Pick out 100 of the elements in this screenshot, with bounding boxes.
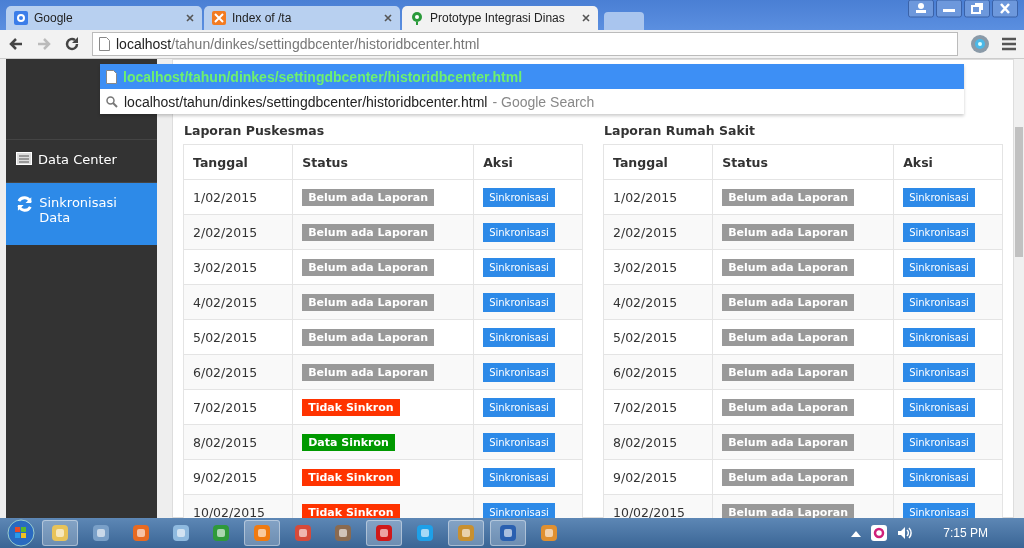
status-label: Belum ada Laporan (722, 363, 855, 381)
sync-button[interactable]: Sinkronisasi (903, 187, 975, 207)
date-cell: 9/02/2015 (183, 459, 293, 495)
date-cell: 6/02/2015 (603, 354, 713, 390)
status-label: Belum ada Laporan (302, 188, 435, 206)
start-button[interactable] (6, 519, 36, 547)
status-label: Belum ada Laporan (722, 258, 855, 276)
status-label: Belum ada Laporan (722, 433, 855, 451)
menu-icon[interactable] (1002, 37, 1016, 51)
sync-button[interactable]: Sinkronisasi (483, 397, 555, 417)
sync-button[interactable]: Sinkronisasi (483, 292, 555, 312)
status-label: Belum ada Laporan (722, 503, 855, 518)
close-icon[interactable] (384, 14, 392, 22)
page-icon (106, 69, 117, 84)
sync-button[interactable]: Sinkronisasi (903, 432, 975, 452)
status-label: Belum ada Laporan (302, 223, 435, 241)
minimize-icon[interactable] (936, 0, 962, 18)
date-cell: 1/02/2015 (603, 179, 713, 215)
sync-button[interactable]: Sinkronisasi (903, 327, 975, 347)
taskbar-app-icon[interactable] (42, 520, 78, 546)
taskbar-app-icon[interactable] (448, 520, 484, 546)
close-icon[interactable] (186, 14, 194, 22)
address-field[interactable]: localhost/tahun/dinkes/settingdbcenter/historidbcenter.html (92, 32, 958, 56)
status-label: Tidak Sinkron (302, 503, 400, 518)
status-label: Belum ada Laporan (722, 398, 855, 416)
clock: 7:15 PM (943, 526, 988, 540)
card-icon (16, 152, 32, 165)
date-cell: 8/02/2015 (183, 424, 293, 460)
status-label: Belum ada Laporan (302, 328, 435, 346)
back-icon[interactable] (8, 36, 24, 52)
date-cell: 2/02/2015 (183, 214, 293, 250)
search-icon (106, 95, 118, 108)
tray-icon[interactable] (851, 529, 862, 537)
sync-button[interactable]: Sinkronisasi (483, 362, 555, 382)
taskbar-app-icon[interactable] (490, 520, 526, 546)
taskbar-app-icon[interactable] (244, 520, 280, 546)
date-cell: 3/02/2015 (183, 249, 293, 285)
taskbar-app-icon[interactable] (366, 520, 402, 546)
status-label: Belum ada Laporan (722, 223, 855, 241)
column-header: Aksi (473, 144, 583, 180)
date-cell: 5/02/2015 (183, 319, 293, 355)
browser-tab[interactable]: Index of /ta (204, 6, 400, 30)
date-cell: 9/02/2015 (603, 459, 713, 495)
tray-icon[interactable] (871, 525, 888, 541)
sync-button[interactable]: Sinkronisasi (903, 222, 975, 242)
column-header: Tanggal (183, 144, 293, 180)
date-cell: 4/02/2015 (603, 284, 713, 320)
sync-button[interactable]: Sinkronisasi (903, 292, 975, 312)
sync-button[interactable]: Sinkronisasi (483, 257, 555, 277)
date-cell: 6/02/2015 (183, 354, 293, 390)
sync-button[interactable]: Sinkronisasi (483, 502, 555, 518)
column-header: Tanggal (603, 144, 713, 180)
page-icon (99, 37, 110, 51)
sync-button[interactable]: Sinkronisasi (483, 187, 555, 207)
sync-button[interactable]: Sinkronisasi (483, 432, 555, 452)
sidebar-item[interactable]: Sinkronisasi Data (6, 182, 157, 245)
close-icon[interactable] (992, 0, 1018, 18)
close-icon[interactable] (582, 14, 590, 22)
date-cell: 4/02/2015 (183, 284, 293, 320)
sync-button[interactable]: Sinkronisasi (483, 327, 555, 347)
status-label: Belum ada Laporan (722, 328, 855, 346)
date-cell: 7/02/2015 (603, 389, 713, 425)
table-title: Laporan Puskesmas (184, 123, 325, 138)
date-cell: 10/02/2015 (603, 494, 713, 518)
sync-button[interactable]: Sinkronisasi (903, 467, 975, 487)
extension-icon[interactable] (970, 34, 990, 54)
table-title: Laporan Rumah Sakit (604, 123, 756, 138)
status-label: Belum ada Laporan (722, 468, 855, 486)
status-label: Belum ada Laporan (722, 293, 855, 311)
restore-icon[interactable] (964, 0, 990, 18)
sync-button[interactable]: Sinkronisasi (903, 502, 975, 518)
date-cell: 7/02/2015 (183, 389, 293, 425)
browser-tab[interactable]: Google (6, 6, 202, 30)
date-cell: 3/02/2015 (603, 249, 713, 285)
user-icon[interactable] (908, 0, 934, 18)
sync-button[interactable]: Sinkronisasi (903, 257, 975, 277)
status-label: Belum ada Laporan (722, 188, 855, 206)
date-cell: 2/02/2015 (603, 214, 713, 250)
volume-icon[interactable] (897, 525, 914, 541)
suggestion-item[interactable]: localhost/tahun/dinkes/settingdbcenter/historidbcenter.html (100, 64, 964, 89)
browser-tab[interactable]: Prototype Integrasi Dinas (402, 6, 598, 30)
column-header: Aksi (893, 144, 1003, 180)
date-cell: 1/02/2015 (183, 179, 293, 215)
sync-button[interactable]: Sinkronisasi (483, 467, 555, 487)
status-label: Belum ada Laporan (302, 258, 435, 276)
status-label: Data Sinkron (302, 433, 395, 451)
date-cell: 8/02/2015 (603, 424, 713, 460)
date-cell: 5/02/2015 (603, 319, 713, 355)
column-header: Status (712, 144, 894, 180)
sync-button[interactable]: Sinkronisasi (903, 362, 975, 382)
status-label: Belum ada Laporan (302, 293, 435, 311)
reload-icon[interactable] (64, 36, 80, 52)
date-cell: 10/02/2015 (183, 494, 293, 518)
suggestion-item[interactable]: localhost/tahun/dinkes/settingdbcenter/historidbcenter.html - Google Search (100, 89, 964, 114)
column-header: Status (292, 144, 474, 180)
sync-button[interactable]: Sinkronisasi (483, 222, 555, 242)
status-label: Belum ada Laporan (302, 363, 435, 381)
refresh-icon (16, 195, 34, 213)
sync-button[interactable]: Sinkronisasi (903, 397, 975, 417)
status-label: Tidak Sinkron (302, 468, 400, 486)
